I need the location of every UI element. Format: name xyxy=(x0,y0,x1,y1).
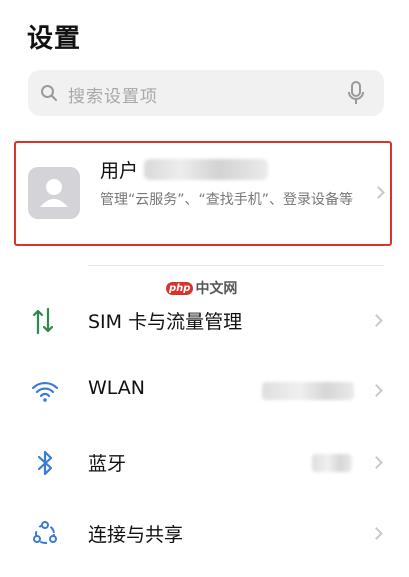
settings-row-wlan[interactable]: WLAN xyxy=(0,361,409,421)
row-label: 连接与共享 xyxy=(88,524,184,546)
search-placeholder[interactable]: 搜索设置项 xyxy=(68,82,158,107)
search-icon xyxy=(40,84,58,106)
redacted-value xyxy=(262,382,354,400)
row-label: SIM 卡与流量管理 xyxy=(88,311,243,333)
settings-page: 设置 搜索设置项 用户 管理“云服务”、“查找手机”、登录设备等 php 中文网… xyxy=(0,0,409,577)
account-name-label: 用户 xyxy=(100,160,139,182)
chevron-right-icon xyxy=(370,527,383,540)
redacted-value xyxy=(312,454,352,472)
chevron-right-icon xyxy=(370,314,383,327)
wifi-icon xyxy=(30,377,60,405)
microphone-icon[interactable] xyxy=(348,81,364,109)
settings-row-bluetooth[interactable]: 蓝牙 xyxy=(0,433,409,493)
row-label: WLAN xyxy=(88,377,146,399)
divider xyxy=(88,265,384,266)
chevron-right-icon xyxy=(370,456,383,469)
row-label: 蓝牙 xyxy=(88,453,127,475)
share-connection-icon xyxy=(30,520,60,548)
chevron-right-icon xyxy=(370,384,383,397)
page-title: 设置 xyxy=(27,24,82,54)
settings-row-connection[interactable]: 连接与共享 xyxy=(0,504,409,564)
chevron-right-icon xyxy=(372,186,385,199)
search-bar[interactable]: 搜索设置项 xyxy=(28,70,384,116)
avatar xyxy=(28,167,80,219)
account-subtitle: 管理“云服务”、“查找手机”、登录设备等 xyxy=(100,192,354,208)
sim-traffic-icon xyxy=(30,307,60,335)
account-card[interactable]: 用户 管理“云服务”、“查找手机”、登录设备等 xyxy=(14,141,392,246)
settings-row-sim[interactable]: SIM 卡与流量管理 xyxy=(0,291,409,351)
redacted-username xyxy=(144,159,268,180)
bluetooth-icon xyxy=(30,449,60,477)
